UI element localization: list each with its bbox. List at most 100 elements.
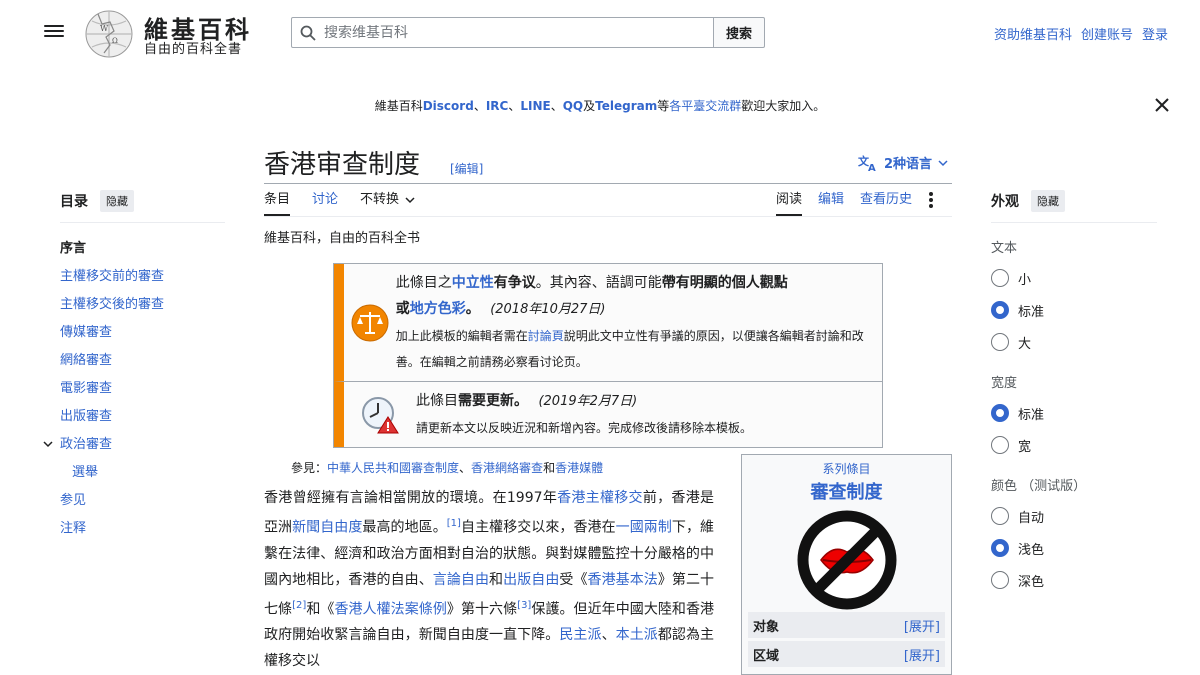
- notice-bold: 需要更新: [458, 393, 514, 409]
- title-edit-link[interactable]: [编辑]: [450, 160, 483, 177]
- text: 、: [601, 627, 616, 644]
- toc-subitem[interactable]: 選舉: [60, 459, 225, 487]
- wikipedia-globe-logo[interactable]: W Ω: [84, 9, 134, 59]
- telegram-link[interactable]: Telegram: [595, 99, 657, 113]
- menu-bar: [44, 30, 64, 32]
- toc-item[interactable]: 網絡審查: [60, 347, 225, 375]
- toc-item-intro[interactable]: 序言: [60, 235, 225, 263]
- neutrality-link[interactable]: 中立性: [452, 275, 494, 291]
- color-dark[interactable]: 深色: [991, 564, 1157, 596]
- appearance-hide-button[interactable]: 隐藏: [1031, 190, 1065, 212]
- toc-item[interactable]: 出版審查: [60, 403, 225, 431]
- translate-icon: 文 A: [858, 154, 876, 172]
- reference-link[interactable]: [3]: [517, 600, 531, 611]
- article-link[interactable]: 香港主權移交: [557, 490, 643, 506]
- text-size-large[interactable]: 大: [991, 326, 1157, 358]
- tab-article[interactable]: 条目: [264, 190, 291, 216]
- search-box[interactable]: [291, 17, 714, 48]
- toc-item[interactable]: 注释: [60, 515, 225, 543]
- radio-button[interactable]: [991, 507, 1009, 525]
- radio-button[interactable]: [991, 571, 1009, 589]
- discord-link[interactable]: Discord: [423, 99, 474, 113]
- platforms-link[interactable]: 各平臺交流群: [669, 99, 741, 113]
- radio-label: 小: [1018, 272, 1032, 288]
- color-label: 颜色 （测试版）: [991, 479, 1087, 494]
- article-link[interactable]: 香港基本法: [588, 572, 658, 588]
- tab-talk[interactable]: 讨论: [312, 190, 338, 216]
- see-also-link[interactable]: 中華人民共和國審查制度: [327, 461, 459, 475]
- text: 和: [489, 571, 504, 588]
- toc-item-politics[interactable]: 政治審查: [43, 431, 225, 459]
- series-row[interactable]: 对象 [展开]: [748, 612, 945, 638]
- user-links: 资助维基百科 创建账号 登录: [994, 24, 1168, 43]
- article-link[interactable]: 香港人權法案條例: [334, 601, 446, 617]
- text-size-standard[interactable]: 标准: [991, 294, 1157, 326]
- banner-text: 歡迎大家加入。: [741, 99, 826, 113]
- see-also-link[interactable]: 香港網絡審查: [471, 461, 543, 475]
- text-size-small[interactable]: 小: [991, 262, 1157, 294]
- scales-icon: [351, 304, 389, 341]
- width-standard[interactable]: 标准: [991, 397, 1157, 429]
- language-button[interactable]: 文 A 2种语言: [858, 153, 948, 172]
- expand-link[interactable]: [展开]: [904, 645, 940, 664]
- main-menu-button[interactable]: [44, 22, 64, 42]
- toc-item[interactable]: 主權移交後的審查: [60, 291, 225, 319]
- article-link[interactable]: 一國兩制: [616, 520, 672, 536]
- toc-item[interactable]: 傳媒審查: [60, 319, 225, 347]
- color-auto[interactable]: 自动: [991, 500, 1157, 532]
- create-account-link[interactable]: 创建账号: [1081, 24, 1133, 43]
- reference-link[interactable]: [2]: [292, 600, 306, 611]
- notice-date: (2018年10月27日): [490, 302, 606, 317]
- update-notice: 此條目需要更新。 (2019年2月7日) 請更新本文以反映近況和新增內容。完成修…: [334, 381, 882, 447]
- line-link[interactable]: LINE: [520, 99, 550, 113]
- more-options-icon[interactable]: [928, 190, 934, 210]
- color-light[interactable]: 浅色: [991, 532, 1157, 564]
- site-notice-banner: 維基百科Discord、IRC、LINE、QQ及Telegram等各平臺交流群歡…: [0, 97, 1200, 114]
- toc-item[interactable]: 参见: [60, 487, 225, 515]
- radio-label: 浅色: [1018, 542, 1045, 558]
- radio-button[interactable]: [991, 269, 1009, 287]
- radio-button[interactable]: [991, 436, 1009, 454]
- notice-subtext: 加上此模板的編輯者需在: [395, 329, 528, 343]
- article-link[interactable]: 新聞自由度: [292, 520, 362, 536]
- article-link[interactable]: 言論自由: [433, 572, 489, 588]
- chevron-down-icon[interactable]: [42, 431, 54, 459]
- radio-button[interactable]: [991, 301, 1009, 319]
- login-link[interactable]: 登录: [1142, 24, 1168, 43]
- qq-link[interactable]: QQ: [563, 99, 583, 113]
- toc-hide-button[interactable]: 隐藏: [100, 190, 134, 212]
- separator: 、: [508, 99, 521, 113]
- reference-link[interactable]: [1]: [447, 518, 461, 529]
- namespace-tabs: 条目 讨论 不转换: [264, 190, 415, 216]
- see-also-link[interactable]: 香港媒體: [555, 461, 603, 475]
- expand-link[interactable]: [展开]: [904, 616, 940, 635]
- irc-link[interactable]: IRC: [486, 99, 509, 113]
- radio-label: 自动: [1018, 510, 1045, 526]
- radio-button[interactable]: [991, 404, 1009, 422]
- tab-edit[interactable]: 编辑: [818, 190, 844, 216]
- article-link[interactable]: 本土派: [616, 627, 658, 643]
- series-row[interactable]: 区域 [展开]: [748, 641, 945, 667]
- donate-link[interactable]: 资助维基百科: [994, 24, 1072, 43]
- variant-dropdown[interactable]: 不转换: [360, 190, 415, 216]
- tab-read[interactable]: 阅读: [776, 190, 803, 216]
- series-label[interactable]: 系列條目: [742, 460, 951, 477]
- radio-button[interactable]: [991, 539, 1009, 557]
- notice-date: (2019年2月7日): [538, 394, 638, 409]
- close-icon[interactable]: [1153, 96, 1171, 114]
- talk-page-link[interactable]: 討論頁: [528, 329, 564, 343]
- radio-button[interactable]: [991, 333, 1009, 351]
- local-color-link[interactable]: 地方色彩: [410, 301, 466, 317]
- width-wide[interactable]: 宽: [991, 429, 1157, 461]
- article-link[interactable]: 出版自由: [503, 572, 559, 588]
- search-input[interactable]: [324, 24, 694, 41]
- tab-history[interactable]: 查看历史: [860, 190, 912, 216]
- article-link[interactable]: 民主派: [559, 627, 601, 643]
- variant-label: 不转换: [360, 192, 400, 207]
- toc-item[interactable]: 電影審查: [60, 375, 225, 403]
- toc-item[interactable]: 主權移交前的審查: [60, 263, 225, 291]
- series-title[interactable]: 審查制度: [742, 478, 951, 504]
- search-button[interactable]: 搜索: [713, 17, 765, 48]
- table-of-contents: 目录 隐藏 序言 主權移交前的審查 主權移交後的審查 傳媒審查 網絡審查 電影審…: [43, 190, 225, 543]
- censorship-lips-image: [797, 510, 896, 610]
